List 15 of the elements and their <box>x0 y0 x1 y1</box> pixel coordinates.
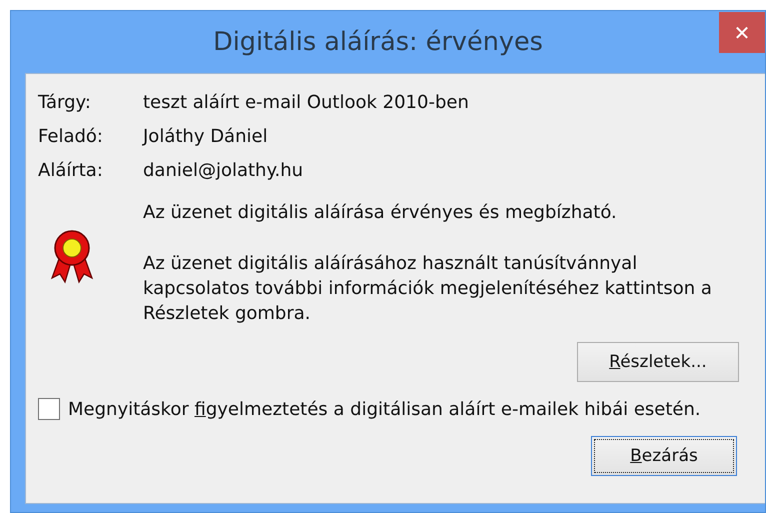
award-ribbon-icon <box>50 228 94 284</box>
checkbox[interactable] <box>38 398 60 420</box>
field-label: Aláírta: <box>38 160 104 183</box>
message-text: Az üzenet digitális aláírásához használt tanúsítvánnyal kapcsolatos további információk megjelenítéséhez kattintson a Részletek gombra. <box>143 252 713 326</box>
field-label: Feladó: <box>38 126 104 149</box>
message-text: Az üzenet digitális aláírása érvényes és megbízható. <box>143 201 618 225</box>
close-dialog-button[interactable]: Bezárás <box>591 436 737 476</box>
field-value: daniel@jolathy.hu <box>143 160 304 183</box>
field-value: teszt aláírt e-mail Outlook 2010-ben <box>143 92 469 115</box>
close-button[interactable]: ✕ <box>719 12 765 53</box>
window-title: Digitális aláírás: érvényes <box>212 27 543 57</box>
details-button[interactable]: Részletek... <box>577 342 739 382</box>
checkbox-label: Megnyitáskor figyelmeztetés a digitálisan aláírt e-mailek hibái esetén. <box>68 398 701 420</box>
field-value: Joláthy Dániel <box>143 126 268 149</box>
field-label: Tárgy: <box>38 92 92 115</box>
